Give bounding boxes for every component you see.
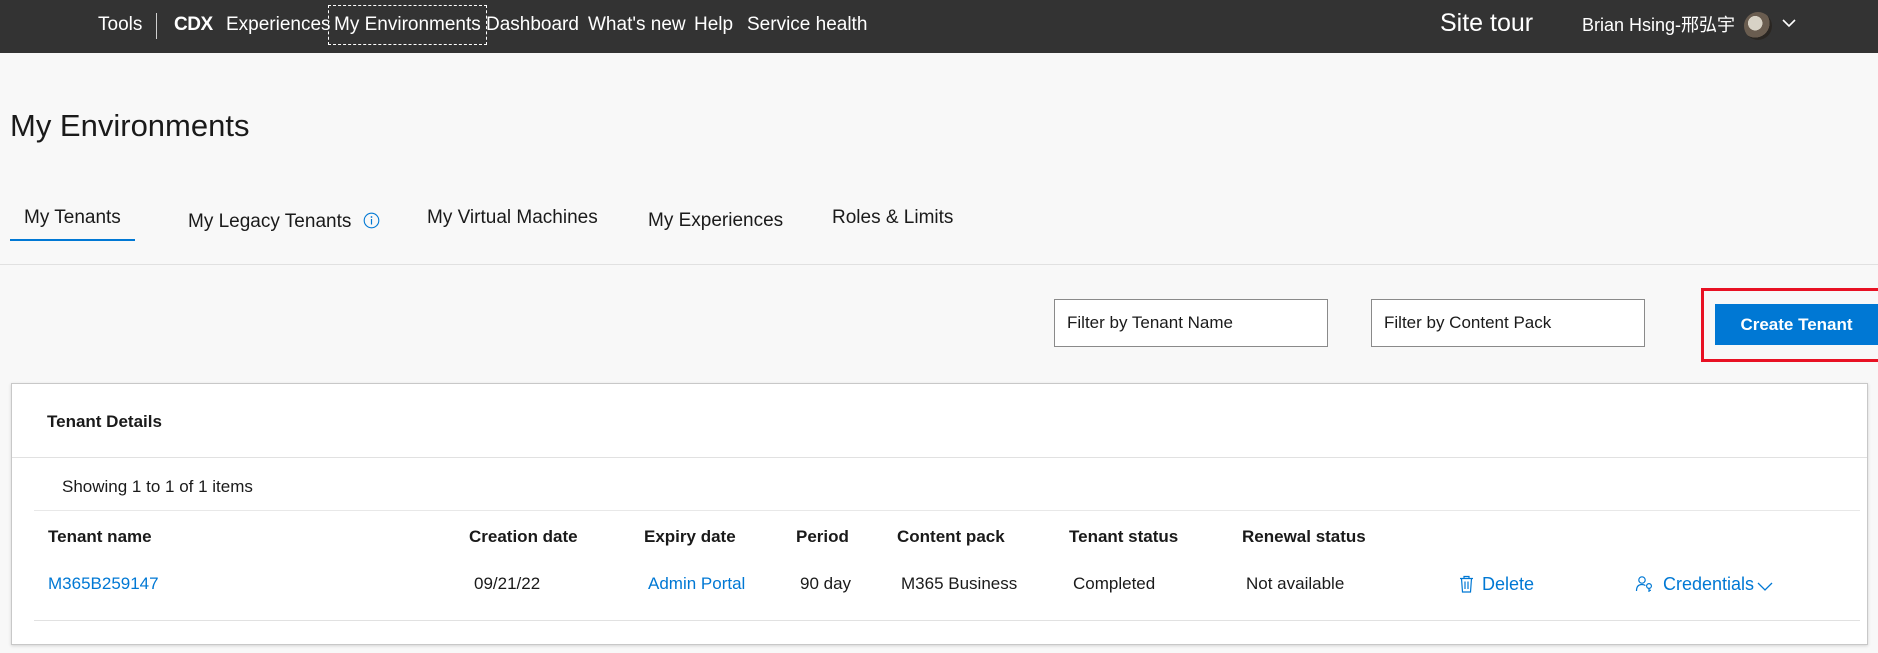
pagination-summary: Showing 1 to 1 of 1 items (62, 477, 253, 496)
column-header-tenant-status: Tenant status (1069, 527, 1179, 546)
tab-label: My Legacy Tenants (188, 211, 352, 232)
environment-tabs: My Tenants My Legacy Tenants My Virtual … (0, 200, 1878, 265)
tab-my-tenants[interactable]: My Tenants (10, 207, 135, 241)
tab-label: My Tenants (24, 207, 121, 228)
user-avatar[interactable] (1744, 12, 1772, 40)
nav-dashboard[interactable]: Dashboard (486, 0, 579, 53)
filter-content-pack-input[interactable] (1371, 299, 1645, 347)
people-key-icon (1635, 576, 1653, 592)
nav-whats-new[interactable]: What's new (588, 0, 686, 53)
credentials-dropdown[interactable]: Credentials (1635, 574, 1774, 595)
column-header-expiry-date: Expiry date (644, 527, 736, 546)
filter-tenant-name-input[interactable] (1054, 299, 1328, 347)
column-header-tenant-name: Tenant name (48, 527, 152, 546)
delete-button[interactable]: Delete (1459, 574, 1534, 595)
tab-label: My Virtual Machines (427, 207, 598, 228)
admin-portal-link[interactable]: Admin Portal (648, 574, 745, 594)
delete-label: Delete (1482, 574, 1535, 594)
credentials-label: Credentials (1663, 574, 1755, 594)
create-tenant-button[interactable]: Create Tenant (1715, 304, 1878, 345)
nav-tools[interactable]: Tools (98, 0, 142, 53)
nav-my-environments[interactable]: My Environments (328, 5, 487, 45)
tab-label: Roles & Limits (832, 207, 954, 228)
nav-service-health[interactable]: Service health (747, 0, 867, 53)
panel-header: Tenant Details (12, 384, 1867, 458)
column-header-creation-date: Creation date (469, 527, 578, 546)
column-header-content-pack: Content pack (897, 527, 1005, 546)
panel-title: Tenant Details (47, 412, 162, 431)
tab-my-experiences[interactable]: My Experiences (648, 210, 783, 232)
table-divider (34, 620, 1860, 621)
tab-my-virtual-machines[interactable]: My Virtual Machines (427, 207, 598, 229)
tab-roles-and-limits[interactable]: Roles & Limits (832, 207, 953, 229)
column-header-period: Period (796, 527, 849, 546)
chevron-down-icon (1757, 582, 1773, 591)
content-pack-cell: M365 Business (901, 574, 1018, 593)
info-icon[interactable] (363, 212, 380, 229)
creation-date-cell: 09/21/22 (474, 574, 541, 593)
top-navigation-bar: Tools CDX Experiences My Environments Da… (0, 0, 1878, 53)
site-tour-link[interactable]: Site tour (1440, 0, 1533, 47)
table-divider (34, 510, 1860, 511)
tenant-status-cell: Completed (1073, 574, 1156, 593)
user-name[interactable]: Brian Hsing-邢弘宇 (1582, 0, 1735, 50)
period-cell: 90 day (800, 574, 852, 593)
trash-icon (1460, 575, 1473, 593)
nav-cdx-brand[interactable]: CDX (174, 0, 213, 53)
column-header-renewal-status: Renewal status (1242, 527, 1366, 546)
nav-experiences[interactable]: Experiences (226, 0, 331, 53)
nav-help[interactable]: Help (694, 0, 733, 53)
tenant-name-link[interactable]: M365B259147 (48, 574, 159, 594)
page-title: My Environments (10, 108, 250, 143)
chevron-down-icon[interactable] (1780, 14, 1798, 32)
renewal-status-cell: Not available (1246, 574, 1345, 593)
tab-my-legacy-tenants[interactable]: My Legacy Tenants (188, 211, 380, 233)
tab-label: My Experiences (648, 210, 784, 231)
nav-divider (156, 13, 157, 39)
tenant-details-panel: Tenant Details Showing 1 to 1 of 1 items… (11, 383, 1868, 645)
